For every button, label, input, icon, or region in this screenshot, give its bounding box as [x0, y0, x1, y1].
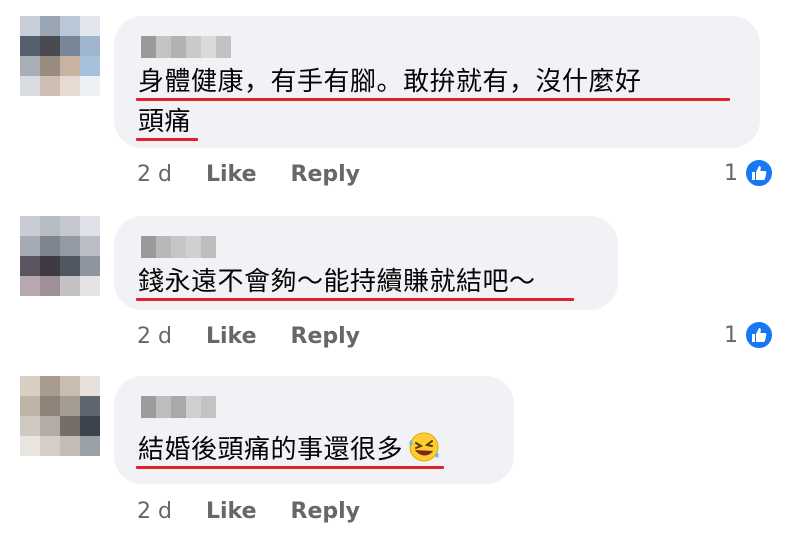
comment-text: 錢永遠不會夠～能持續賺就結吧～ — [138, 267, 536, 297]
like-button[interactable]: Like — [206, 499, 257, 524]
comment-actions: 2 d Like Reply — [137, 162, 360, 187]
reaction-summary[interactable]: 1 — [724, 320, 774, 350]
commenter-name[interactable] — [141, 236, 216, 258]
comment-text: 身體健康，有手有腳。敢拚就有，沒什麼好 — [138, 67, 642, 97]
comment-actions: 2 d Like Reply — [137, 324, 360, 349]
comment-text-continued: 頭痛 — [138, 107, 192, 137]
rolling-on-floor-laughing-emoji — [409, 432, 439, 462]
timestamp[interactable]: 2 d — [137, 162, 172, 187]
commenter-name[interactable] — [141, 36, 231, 58]
comment-text: 結婚後頭痛的事還很多 — [138, 430, 441, 470]
avatar[interactable] — [20, 376, 100, 456]
timestamp[interactable]: 2 d — [137, 499, 172, 524]
reply-button[interactable]: Reply — [291, 162, 361, 187]
highlight-underline — [136, 466, 444, 469]
highlight-underline — [136, 98, 730, 101]
reaction-count: 1 — [724, 322, 738, 348]
comment-actions: 2 d Like Reply — [137, 499, 360, 524]
reply-button[interactable]: Reply — [291, 324, 361, 349]
commenter-name[interactable] — [141, 396, 216, 418]
like-button[interactable]: Like — [206, 162, 257, 187]
reaction-count: 1 — [724, 160, 738, 186]
reaction-summary[interactable]: 1 — [724, 158, 774, 188]
avatar[interactable] — [20, 216, 100, 296]
thumbs-up-icon — [744, 158, 774, 188]
avatar[interactable] — [20, 16, 100, 96]
like-button[interactable]: Like — [206, 324, 257, 349]
highlight-underline — [136, 138, 198, 141]
comment-text-body: 結婚後頭痛的事還很多 — [138, 435, 404, 465]
highlight-underline — [136, 298, 574, 301]
thumbs-up-icon — [744, 320, 774, 350]
timestamp[interactable]: 2 d — [137, 324, 172, 349]
reply-button[interactable]: Reply — [291, 499, 361, 524]
